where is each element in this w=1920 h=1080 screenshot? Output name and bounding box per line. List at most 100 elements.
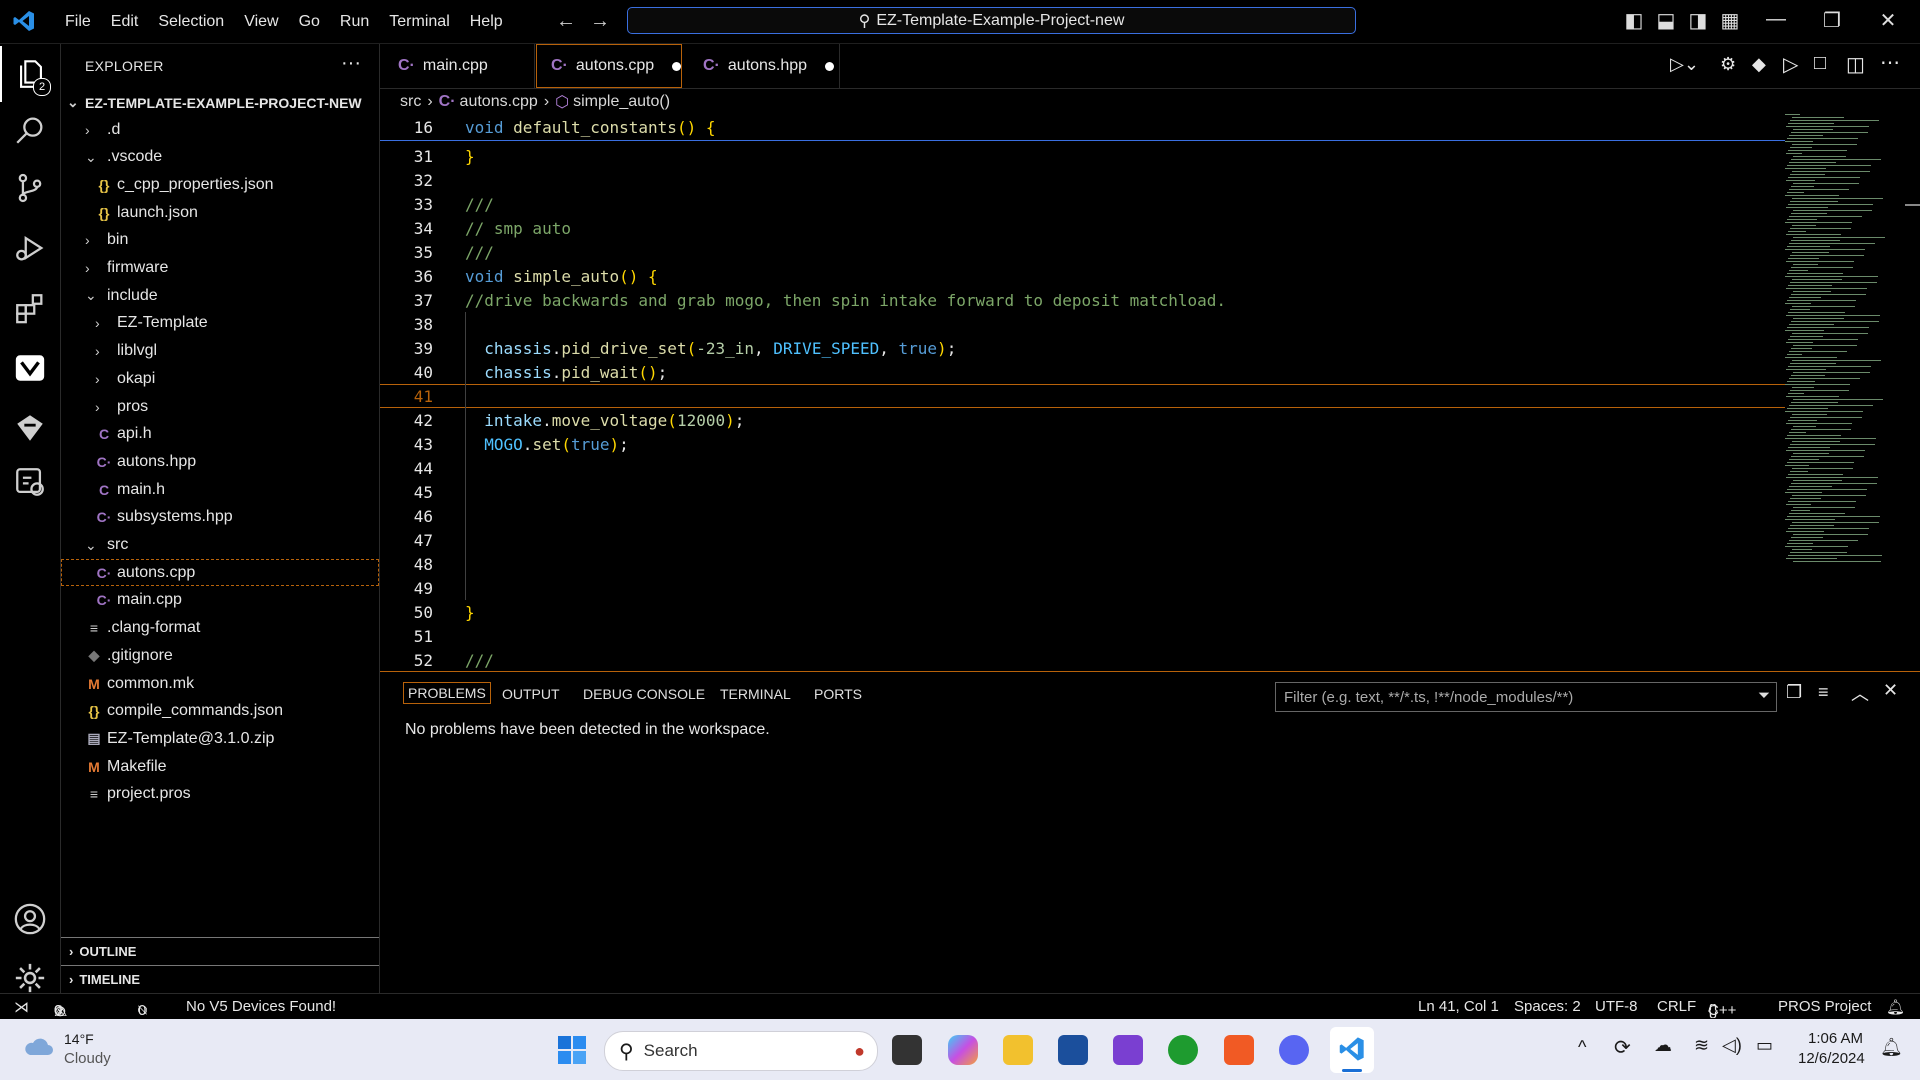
tab-output[interactable]: OUTPUT [502, 686, 560, 702]
notifications-icon[interactable]: 🔔︎ [1886, 998, 1905, 1016]
view-as-list-icon[interactable]: ≡ [1818, 682, 1829, 703]
brave-icon[interactable] [1224, 1035, 1254, 1065]
unsaved-dot-icon[interactable] [825, 61, 835, 71]
back-arrow-icon[interactable]: ← [556, 10, 576, 33]
file-main-h[interactable]: Cmain.h [61, 476, 379, 503]
remote-icon[interactable]: ⋊ [14, 998, 29, 1016]
tab-debug-console[interactable]: DEBUG CONSOLE [583, 686, 705, 702]
wifi-icon[interactable]: ≋ [1694, 1035, 1709, 1056]
xbox-icon[interactable] [1168, 1035, 1198, 1065]
tab-autons-cpp[interactable]: C· autons.cpp [536, 44, 682, 88]
v5-device-status[interactable]: No V5 Devices Found! [186, 998, 336, 1015]
indentation[interactable]: Spaces: 2 [1514, 998, 1581, 1015]
file-autons-cpp[interactable]: C· autons.cpp [61, 559, 379, 587]
menu-selection[interactable]: Selection [148, 13, 234, 31]
tab-autons-hpp[interactable]: C· autons.hpp [683, 44, 840, 88]
tab-problems[interactable]: PROBLEMS [403, 682, 491, 704]
menu-file[interactable]: File [55, 13, 101, 31]
scrollbar-thumb[interactable] [1905, 114, 1920, 206]
file-common-mk[interactable]: Mcommon.mk [61, 670, 379, 697]
folder-ez-template[interactable]: › EZ-Template [61, 310, 379, 337]
cursor-position[interactable]: Ln 41, Col 1 [1418, 998, 1499, 1015]
encoding[interactable]: UTF-8 [1595, 998, 1638, 1015]
filter-icon[interactable]: ⏷ [1758, 687, 1770, 704]
menu-terminal[interactable]: Terminal [379, 13, 459, 31]
notification-bell-icon[interactable]: 🔔︎ [1880, 1037, 1903, 1058]
battery-icon[interactable]: ▭ [1756, 1035, 1773, 1056]
file-c-cpp-properties[interactable]: {} c_cpp_properties.json [61, 171, 379, 198]
pros-icon[interactable] [0, 340, 60, 396]
stop-icon[interactable]: □ [1814, 52, 1826, 75]
close-panel-icon[interactable]: ✕ [1883, 680, 1898, 701]
folder-bin[interactable]: › bin [61, 227, 379, 254]
timeline-section[interactable]: › TIMELINE [61, 965, 379, 993]
volume-icon[interactable]: ◁) [1722, 1035, 1742, 1056]
breadcrumb-file[interactable]: autons.cpp [460, 93, 538, 111]
proton-pass-icon[interactable] [1113, 1035, 1143, 1065]
more-actions-icon[interactable]: ··· [341, 52, 361, 75]
menu-edit[interactable]: Edit [101, 13, 149, 31]
unsaved-dot-icon[interactable] [672, 61, 681, 71]
remote-explorer-icon[interactable] [0, 454, 60, 510]
file-compile-commands[interactable]: {} compile_commands.json [61, 698, 379, 725]
toggle-secondary-sidebar-icon[interactable]: ◨ [1684, 8, 1712, 33]
outline-section[interactable]: › OUTLINE [61, 937, 379, 965]
tab-terminal[interactable]: TERMINAL [720, 686, 791, 702]
breadcrumb-symbol[interactable]: simple_auto() [573, 93, 670, 111]
split-editor-icon[interactable]: ◫ [1846, 52, 1865, 77]
folder-d[interactable]: › .d [61, 116, 379, 143]
close-window-icon[interactable]: ✕ [1874, 8, 1902, 33]
tab-ports[interactable]: PORTS [814, 686, 862, 702]
file-autons-hpp[interactable]: C· autons.hpp [61, 448, 379, 475]
folder-okapi[interactable]: › okapi [61, 365, 379, 392]
vscode-taskbar-button[interactable] [1330, 1027, 1374, 1073]
menu-view[interactable]: View [234, 13, 288, 31]
file-gitignore[interactable]: ◆ .gitignore [61, 642, 379, 669]
folder-src[interactable]: ⌄ src [61, 532, 379, 559]
file-explorer-icon[interactable] [1003, 1035, 1033, 1065]
extensions-icon[interactable] [0, 280, 60, 336]
forward-arrow-icon[interactable]: → [590, 10, 610, 33]
more-actions-icon[interactable]: ⋯ [1880, 50, 1900, 75]
menu-go[interactable]: Go [289, 13, 330, 31]
pros-project-status[interactable]: PROS Project [1778, 998, 1871, 1015]
taskbar-search[interactable]: ⚲ Search ● [604, 1031, 878, 1071]
tab-main-cpp[interactable]: C· main.cpp [380, 44, 535, 88]
command-center[interactable]: ⚲ EZ-Template-Example-Project-new [627, 7, 1356, 34]
copilot-icon[interactable] [948, 1035, 978, 1065]
toggle-primary-sidebar-icon[interactable]: ◧ [1620, 8, 1648, 33]
chevron-up-icon[interactable]: ︿ [1851, 680, 1869, 706]
pros-settings-icon[interactable]: ⚙ [1720, 54, 1736, 75]
robot-icon[interactable] [0, 400, 60, 456]
file-api-h[interactable]: Capi.h [61, 421, 379, 448]
chevron-up-icon[interactable]: ^ [1578, 1037, 1586, 1058]
file-zip[interactable]: ▤ EZ-Template@3.1.0.zip [61, 725, 379, 752]
search-icon[interactable] [0, 102, 60, 158]
account-icon[interactable] [0, 891, 60, 947]
microsoft-store-icon[interactable] [1058, 1035, 1088, 1065]
clock-date[interactable]: 12/6/2024 [1798, 1050, 1865, 1067]
restore-icon[interactable]: ❐ [1818, 8, 1846, 33]
problems-filter-input[interactable]: Filter (e.g. text, **/*.ts, !**/node_mod… [1275, 682, 1777, 712]
minimap[interactable] [1785, 114, 1905, 564]
code-editor[interactable]: 31} 32 33/// 34// smp auto 35/// 36 void … [380, 114, 1785, 670]
sync-icon[interactable]: ⟳ [1614, 1035, 1631, 1060]
toggle-panel-icon[interactable]: ⬓ [1652, 8, 1680, 33]
end-of-line[interactable]: CRLF [1657, 998, 1696, 1015]
file-makefile[interactable]: M Makefile [61, 753, 379, 780]
file-project-pros[interactable]: ≡ project.pros [61, 781, 379, 808]
folder-pros[interactable]: › pros [61, 393, 379, 420]
breadcrumb-folder[interactable]: src [400, 93, 421, 111]
folder-vscode[interactable]: ⌄ .vscode [61, 144, 379, 171]
menu-help[interactable]: Help [460, 13, 513, 31]
file-launch-json[interactable]: {} launch.json [61, 199, 379, 226]
folder-include[interactable]: ⌄ include [61, 282, 379, 309]
file-clang-format[interactable]: ≡ .clang-format [61, 615, 379, 642]
cloud-off-icon[interactable]: ☁ [1654, 1035, 1672, 1056]
run-icon[interactable]: ▷ [1783, 52, 1798, 77]
task-view-icon[interactable] [892, 1035, 922, 1065]
workspace-root[interactable]: ⌄ EZ-TEMPLATE-EXAMPLE-PROJECT-NEW [61, 89, 379, 116]
run-debug-dropdown-icon[interactable]: ▷⌄ [1670, 54, 1699, 75]
clock-time[interactable]: 1:06 AM [1808, 1030, 1863, 1047]
minimize-icon[interactable]: — [1762, 8, 1790, 31]
